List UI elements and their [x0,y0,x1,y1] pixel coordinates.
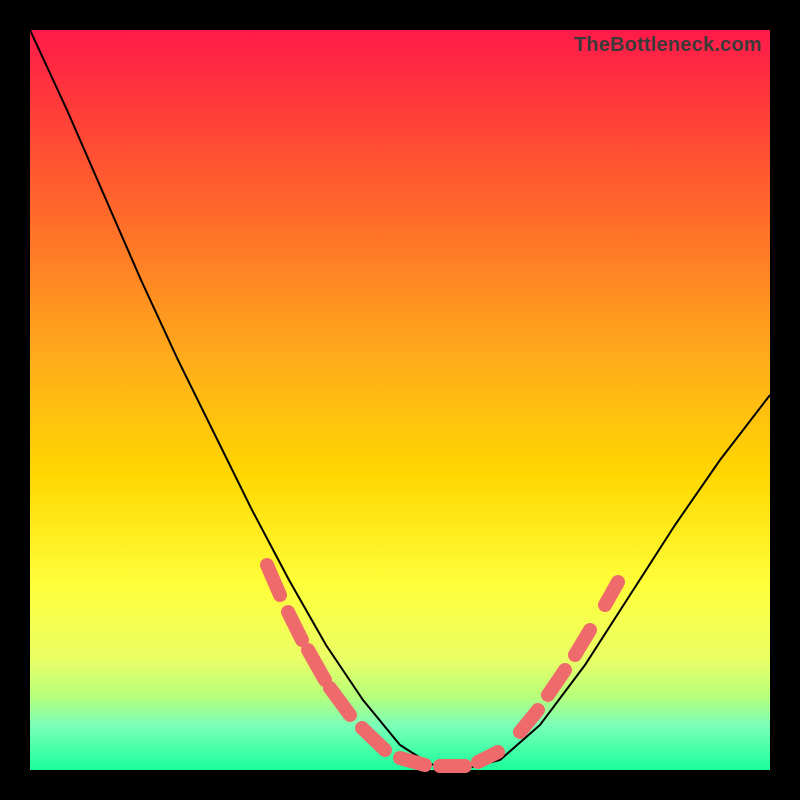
highlight-segment [605,582,618,605]
highlight-segment [400,758,425,765]
highlight-segment [362,728,385,750]
watermark-label: TheBottleneck.com [574,34,762,57]
highlight-segment [478,752,498,762]
highlight-segments [267,565,618,766]
highlight-segment [548,670,565,695]
highlight-segment [288,612,302,640]
highlight-segment [575,630,590,655]
bottleneck-curve [30,30,770,770]
highlight-segment [330,688,350,715]
chart-svg [30,30,770,770]
highlight-segment [267,565,280,595]
highlight-segment [308,650,325,680]
